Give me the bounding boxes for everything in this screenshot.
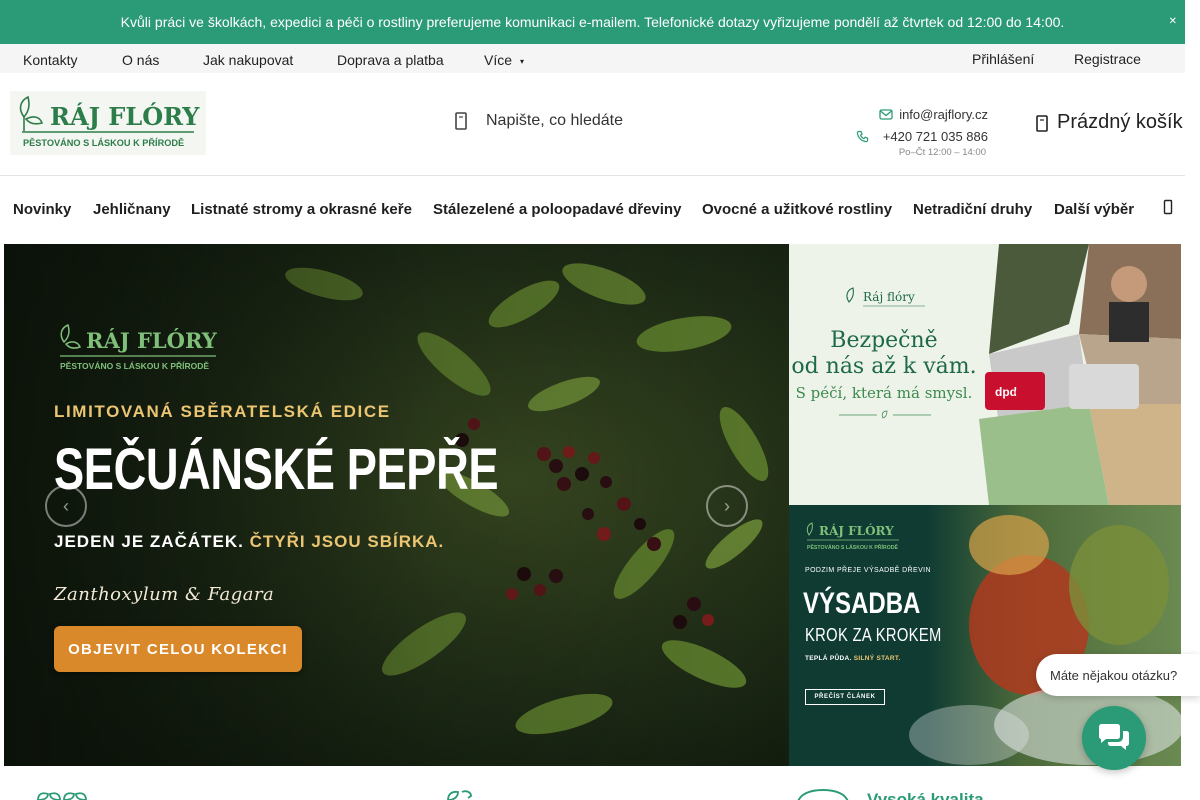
cart-button[interactable]: Prázdný košík [1035,111,1183,134]
logo-name: RÁJ FLÓRY [50,102,200,131]
shipping-logo-name: Ráj flóry [863,290,915,304]
shipping-banner-logo: Ráj flóry [846,287,925,307]
envelope-icon [879,108,893,120]
login-link[interactable]: Přihlášení [972,51,1034,67]
contact-email: info@rajflory.cz [899,106,988,122]
planting-logo-tagline: PĚSTOVÁNO S LÁSKOU K PŘÍRODĚ [807,543,899,551]
plant-icon [447,790,472,800]
hero-subtitle: JEDEN JE ZAČÁTEK. ČTYŘI JSOU SBÍRKA. [54,532,444,552]
search-box[interactable]: Napište, co hledáte [452,111,623,131]
arrow-right-icon: › [724,495,730,516]
van-brand-dp: dp [1015,384,1031,399]
nav-item-novinky[interactable]: Novinky [13,201,71,218]
feature-quality-title: Vysoká kvalita [867,790,984,800]
shipping-line-3: S péčí, která má smysl. [795,384,973,402]
nav-item-jehlicnany[interactable]: Jehličnany [93,201,171,218]
cart-label: Prázdný košík [1057,111,1183,133]
planting-tag-a: TEPLÁ PŮDA. [805,655,852,662]
planting-small-text: PODZIM PŘEJE VÝSADBĚ DŘEVIN [805,567,931,574]
nav-item-ovocne[interactable]: Ovocné a užitkové rostliny [702,201,892,218]
chevron-down-icon: ▾ [520,56,525,66]
utility-link-more[interactable]: Více ▾ [484,52,524,68]
utility-link-shipping-payment[interactable]: Doprava a platba [337,52,444,68]
nav-item-stalezelene[interactable]: Stálezelené a poloopadavé dřeviny [433,201,681,218]
search-icon [455,112,467,130]
search-placeholder: Napište, co hledáte [486,112,623,129]
utility-link-how-to-buy[interactable]: Jak nakupovat [203,52,293,68]
notice-bar: Kvůli práci ve školkách, expedici a péči… [0,0,1185,44]
logo-tagline: PĚSTOVÁNO S LÁSKOU K PŘÍRODĚ [23,137,184,148]
hero-subtitle-a: JEDEN JE ZAČÁTEK. [54,532,244,551]
contact-block: info@rajflory.cz +420 721 035 886 Po–Čt … [840,103,988,158]
shipping-line-2: od nás až k vám. [791,354,977,379]
chat-icon [1099,724,1129,750]
hero-kicker: LIMITOVANÁ SBĚRATELSKÁ EDICE [54,402,391,421]
nav-more-icon[interactable] [1163,199,1173,215]
shipping-banner[interactable]: dpd dp Ráj flóry Bezpečně od nás až k vá… [789,244,1181,505]
chat-button[interactable] [1082,706,1146,770]
contact-email-row[interactable]: info@rajflory.cz [840,103,988,125]
planting-banner-logo: RÁJ FLÓRY PĚSTOVÁNO S LÁSKOU K PŘÍRODĚ [806,522,899,551]
page-root: Kvůli práci ve školkách, expedici a péči… [0,0,1200,800]
leaf-divider-icon [839,410,931,419]
contact-phone-row[interactable]: +420 721 035 886 [840,125,988,147]
quality-icon [797,788,849,800]
hero-title: SEČUÁNSKÉ PEPŘE [54,437,499,502]
nav-item-dalsi[interactable]: Další výběr [1054,201,1134,218]
nav-item-listnate[interactable]: Listnaté stromy a okrasné keře [191,201,412,218]
nav-item-netradicni[interactable]: Netradiční druhy [913,201,1032,218]
hero-slider[interactable]: RÁJ FLÓRY PĚSTOVÁNO S LÁSKOU K PŘÍRODĚ L… [4,244,789,766]
planting-tag-b: SILNÝ START. [853,655,901,662]
utility-nav: Kontakty O nás Jak nakupovat Doprava a p… [0,44,1185,73]
slider-prev-button[interactable]: ‹ [45,485,87,527]
contact-hours: Po–Čt 12:00 – 14:00 [898,147,986,158]
main-nav: Novinky Jehličnany Listnaté stromy a okr… [0,177,1185,243]
hero-logo: RÁJ FLÓRY PĚSTOVÁNO S LÁSKOU K PŘÍRODĚ [60,323,218,371]
van-brand-dpd: dpd [995,385,1017,399]
planting-title: VÝSADBA [803,587,921,620]
notice-text: Kvůli práci ve školkách, expedici a péči… [120,14,1065,30]
contact-phone: +420 721 035 886 [882,128,988,144]
planting-read-button[interactable]: PŘEČÍST ČLÁNEK [805,689,885,705]
utility-link-contacts[interactable]: Kontakty [23,52,77,68]
hero-latin-name: Zanthoxylum & Fagara [54,584,275,605]
planting-subtitle: KROK ZA KROKEM [805,625,942,645]
hero-logo-tagline: PĚSTOVÁNO S LÁSKOU K PŘÍRODĚ [60,360,209,371]
site-header: RÁJ FLÓRY PĚSTOVÁNO S LÁSKOU K PŘÍRODĚ N… [0,73,1185,176]
arrow-left-icon: ‹ [63,495,69,516]
planting-tagline: TEPLÁ PŮDA. SILNÝ START. [805,655,901,662]
register-link[interactable]: Registrace [1074,51,1141,67]
site-logo[interactable]: RÁJ FLÓRY PĚSTOVÁNO S LÁSKOU K PŘÍRODĚ [10,91,206,155]
utility-link-about[interactable]: O nás [122,52,159,68]
hero-cta-button[interactable]: OBJEVIT CELOU KOLEKCI [54,626,302,672]
utility-link-more-label: Více [484,52,513,68]
chat-prompt-bubble[interactable]: Máte nějakou otázku? [1036,654,1200,696]
sprout-icon [37,792,87,800]
cart-icon [1036,114,1048,132]
shipping-line-1: Bezpečně [830,328,938,353]
close-icon[interactable]: ✕ [1169,16,1177,27]
hero-subtitle-b: ČTYŘI JSOU SBÍRKA. [249,532,445,551]
shipping-banner-text: Ráj flóry Bezpečně od nás až k vám. S pé… [789,244,979,505]
slider-next-button[interactable]: › [706,485,748,527]
planting-logo-name: RÁJ FLÓRY [819,522,894,538]
phone-icon [856,130,869,142]
hero-logo-name: RÁJ FLÓRY [86,328,218,353]
